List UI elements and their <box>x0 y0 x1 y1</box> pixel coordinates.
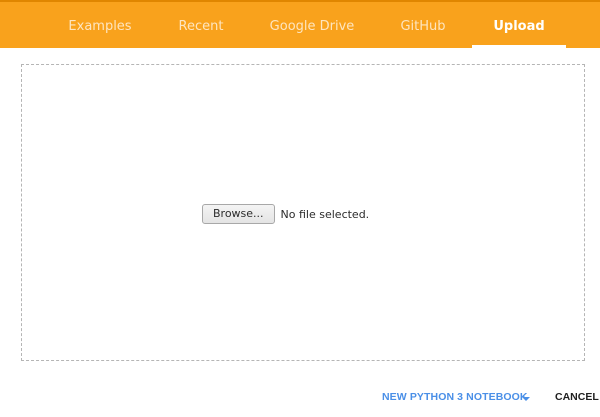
tab-bar: Examples Recent Google Drive GitHub Uplo… <box>0 2 600 48</box>
browse-button[interactable]: Browse... <box>202 204 275 224</box>
caret-down-icon[interactable] <box>522 397 530 401</box>
file-input-row: Browse... No file selected. <box>202 203 369 225</box>
dialog-footer: NEW PYTHON 3 NOTEBOOK CANCEL <box>0 385 600 411</box>
tab-recent[interactable]: Recent <box>166 2 236 48</box>
tab-examples[interactable]: Examples <box>60 2 140 48</box>
tab-github[interactable]: GitHub <box>390 2 456 48</box>
cancel-button[interactable]: CANCEL <box>555 391 599 403</box>
new-python3-notebook-button[interactable]: NEW PYTHON 3 NOTEBOOK <box>382 391 528 403</box>
active-tab-indicator <box>472 45 566 48</box>
tab-upload[interactable]: Upload <box>486 2 552 48</box>
file-status-text: No file selected. <box>280 207 370 221</box>
tab-google-drive[interactable]: Google Drive <box>264 2 360 48</box>
